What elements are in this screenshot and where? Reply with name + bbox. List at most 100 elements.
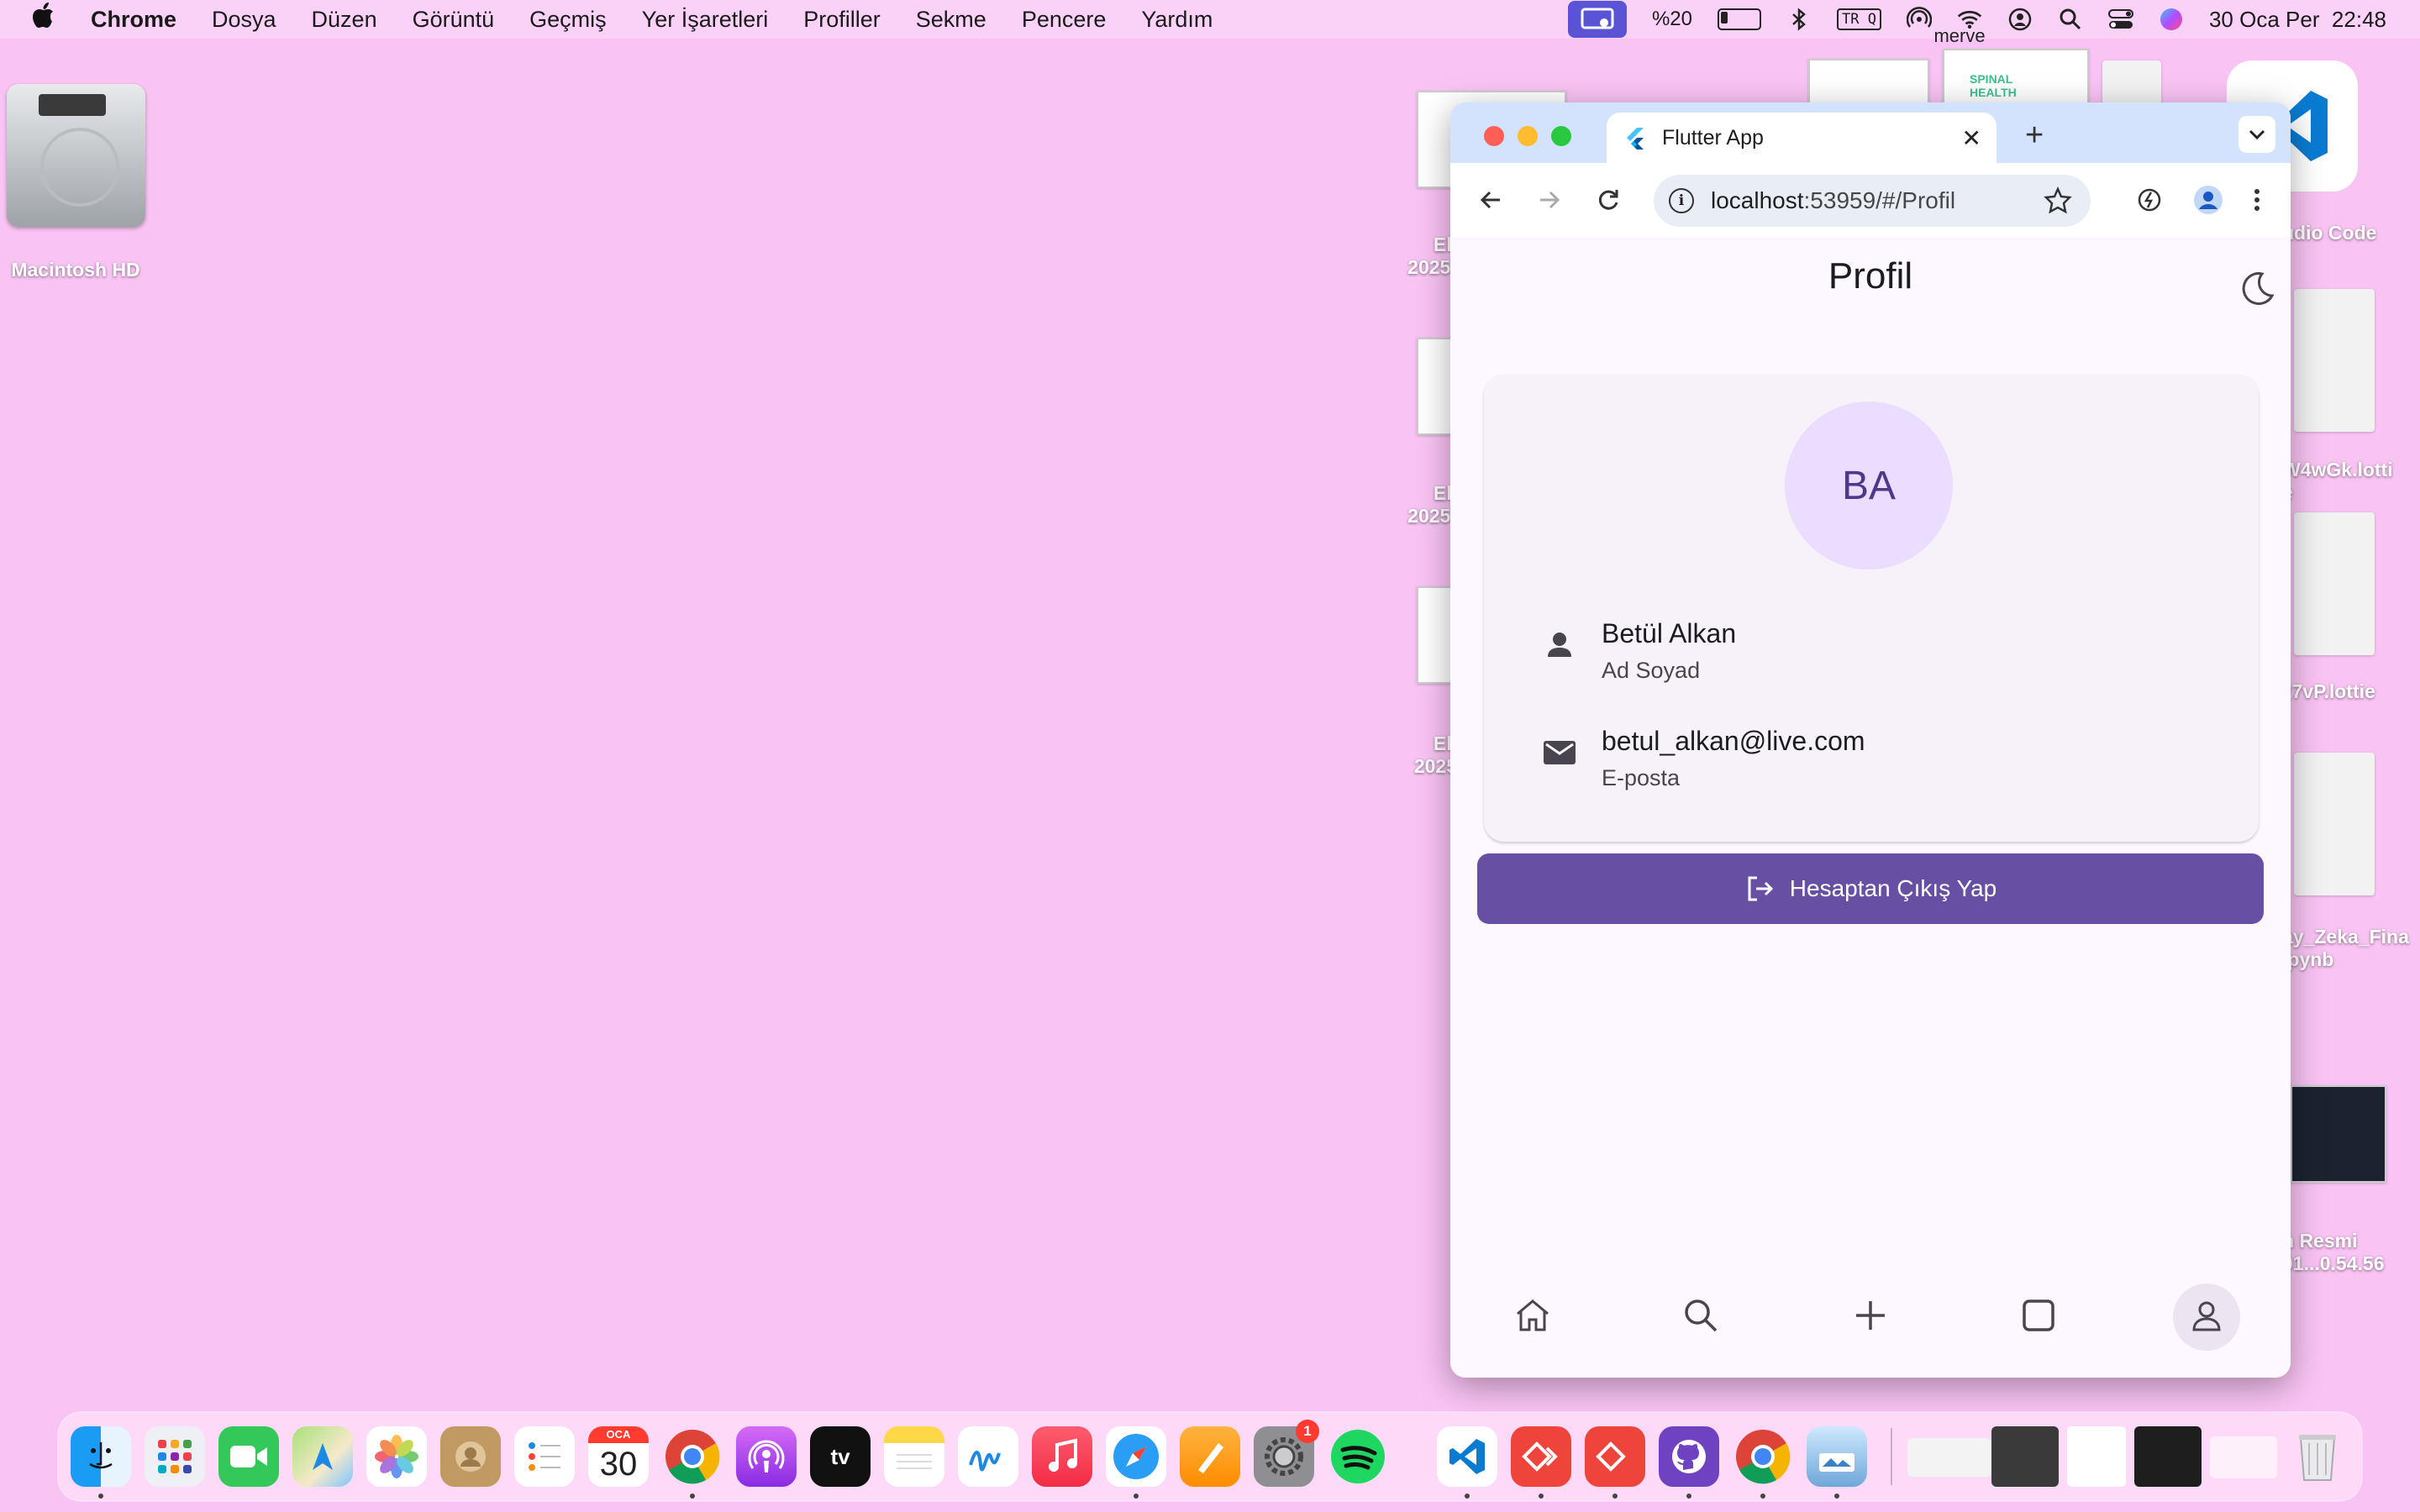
menu-sekme[interactable]: Sekme xyxy=(916,7,986,33)
macintosh-hd-label[interactable]: Macintosh HD xyxy=(0,259,151,281)
close-window-button[interactable] xyxy=(1484,126,1504,146)
new-tab-button[interactable]: + xyxy=(2025,118,2044,154)
preview-icon[interactable] xyxy=(1807,1426,1867,1487)
bookmark-star-icon[interactable] xyxy=(2044,186,2072,219)
screenshot-thumbnail[interactable] xyxy=(2291,1085,2386,1183)
recent-window-thumbnail[interactable] xyxy=(2210,1436,2277,1478)
desktop-label-ek-1[interactable]: Ek 2025- xyxy=(1390,234,1457,279)
menu-dosya[interactable]: Dosya xyxy=(212,7,276,33)
menu-gecmis[interactable]: Geçmiş xyxy=(529,7,607,33)
menu-chrome[interactable]: Chrome xyxy=(91,7,176,33)
chrome-menu-button[interactable] xyxy=(2238,181,2275,218)
zoom-window-button[interactable] xyxy=(1551,126,1571,146)
add-icon xyxy=(1853,1298,1888,1337)
file-icon[interactable] xyxy=(2102,60,2161,108)
podcasts-icon[interactable] xyxy=(736,1426,797,1487)
menu-profiller[interactable]: Profiller xyxy=(803,7,881,33)
reminders-icon[interactable] xyxy=(514,1426,575,1487)
recent-window-thumbnail[interactable] xyxy=(1991,1426,2059,1487)
logout-button[interactable]: Hesaptan Çıkış Yap xyxy=(1477,853,2264,924)
spotlight-search-icon[interactable] xyxy=(2058,7,2083,32)
tab-flutter-app[interactable]: Flutter App ✕ xyxy=(1607,113,1996,163)
url-text[interactable]: localhost:53959/#/Profil xyxy=(1711,187,1955,214)
desktop-label-ipynb[interactable]: ay_Zeka_Fina ipynb xyxy=(2282,926,2420,971)
macintosh-hd-icon[interactable] xyxy=(7,84,145,227)
reload-button[interactable] xyxy=(1590,181,1627,218)
desktop-label-ek-3[interactable]: Ek 2025 xyxy=(1390,732,1457,778)
full-name-label: Ad Soyad xyxy=(1602,658,1701,683)
nav-add[interactable] xyxy=(1837,1284,1904,1351)
calendar-icon[interactable]: OCA 30 xyxy=(588,1426,649,1487)
user-account-icon[interactable] xyxy=(2007,7,2033,32)
desktop-label-ek-2[interactable]: Ek 2025- xyxy=(1390,482,1457,528)
address-bar[interactable]: i localhost:53959/#/Profil xyxy=(1654,175,2091,227)
notification-badge: 1 xyxy=(1296,1420,1319,1443)
lottie-file-icon[interactable] xyxy=(2294,512,2375,655)
keyboard-layout[interactable]: TR Q xyxy=(1837,8,1881,30)
finder-icon[interactable] xyxy=(71,1426,131,1487)
recent-window-thumbnail[interactable] xyxy=(2067,1426,2126,1487)
anydesk-icon[interactable] xyxy=(1585,1426,1645,1487)
ipynb-file-icon[interactable] xyxy=(2294,753,2375,895)
profile-avatar-button[interactable] xyxy=(2190,181,2227,218)
maps-icon[interactable] xyxy=(292,1426,353,1487)
spinal-health-thumbnail[interactable]: SPINAL HEALTH xyxy=(1943,49,2089,111)
dark-mode-toggle[interactable] xyxy=(2237,269,2275,307)
pages-icon[interactable] xyxy=(1180,1426,1240,1487)
vscode-icon[interactable] xyxy=(1437,1426,1497,1487)
running-indicator xyxy=(1134,1494,1139,1499)
system-settings-icon[interactable]: 1 xyxy=(1254,1420,1319,1487)
menu-duzen[interactable]: Düzen xyxy=(312,7,377,33)
desktop-label-vscode[interactable]: udio Code xyxy=(2282,222,2420,244)
recent-window-thumbnail[interactable] xyxy=(1907,1438,1991,1477)
battery-icon[interactable] xyxy=(1718,8,1762,30)
desktop-label-lottie-1[interactable]: W4wGk.lotti e xyxy=(2282,459,2420,504)
contacts-icon[interactable] xyxy=(440,1426,501,1487)
nav-square[interactable] xyxy=(2005,1284,2072,1351)
tab-search-button[interactable] xyxy=(2238,116,2275,153)
flutter-app: Profil BA Betül Alkan Ad Soyad betul_alk… xyxy=(1450,237,2291,1378)
siri-icon[interactable] xyxy=(2159,7,2184,32)
music-icon[interactable] xyxy=(1032,1426,1092,1487)
chrome-icon[interactable] xyxy=(1733,1426,1793,1487)
forward-button[interactable] xyxy=(1531,181,1568,218)
bluetooth-icon[interactable] xyxy=(1786,7,1812,32)
chrome-window: Flutter App ✕ + i localhost:53959/#/Prof… xyxy=(1450,102,2291,1378)
menu-yardim[interactable]: Yardım xyxy=(1141,7,1213,33)
site-info-icon[interactable]: i xyxy=(1669,188,1694,213)
spotify-icon[interactable] xyxy=(1328,1426,1388,1487)
recent-window-thumbnail[interactable] xyxy=(2134,1426,2202,1487)
freeform-icon[interactable] xyxy=(958,1426,1018,1487)
lottie-file-icon[interactable] xyxy=(2294,289,2375,432)
screen-sharing-icon[interactable] xyxy=(1567,1,1627,38)
logout-icon xyxy=(1744,874,1775,904)
back-button[interactable] xyxy=(1472,181,1509,218)
notes-icon[interactable] xyxy=(884,1426,944,1487)
trash-icon[interactable] xyxy=(2287,1426,2348,1487)
launchpad-icon[interactable] xyxy=(145,1426,205,1487)
nav-search[interactable] xyxy=(1667,1284,1734,1351)
anydesk-icon[interactable] xyxy=(1511,1426,1571,1487)
facetime-icon[interactable] xyxy=(218,1426,279,1487)
control-center-icon[interactable] xyxy=(2107,7,2133,32)
safari-icon[interactable] xyxy=(1106,1426,1166,1487)
desktop-partial-label[interactable]: merve xyxy=(1918,25,2002,47)
minimize-window-button[interactable] xyxy=(1518,126,1538,146)
menu-yer-isaretleri[interactable]: Yer İşaretleri xyxy=(642,7,769,33)
apple-tv-icon[interactable]: tv xyxy=(810,1426,871,1487)
battery-percent: %20 xyxy=(1651,8,1693,30)
menu-pencere[interactable]: Pencere xyxy=(1022,7,1107,33)
photos-icon[interactable] xyxy=(366,1426,427,1487)
close-tab-icon[interactable]: ✕ xyxy=(1962,124,1981,152)
apple-menu-icon[interactable] xyxy=(32,0,66,39)
desktop-label-screenshot[interactable]: n Resmi 01...0.54.56 xyxy=(2282,1230,2420,1275)
github-desktop-icon[interactable] xyxy=(1659,1426,1719,1487)
nav-home[interactable] xyxy=(1499,1284,1566,1351)
nav-profile[interactable] xyxy=(2173,1284,2240,1351)
menubar-clock[interactable]: 30 Oca Per 22:48 xyxy=(2209,7,2386,33)
performance-icon[interactable] xyxy=(2131,181,2168,218)
menu-goruntu[interactable]: Görüntü xyxy=(413,7,495,33)
desktop-label-lottie-2[interactable]: z7vP.lottie xyxy=(2282,680,2420,703)
chrome-icon[interactable] xyxy=(662,1426,723,1487)
document-thumbnail[interactable] xyxy=(1808,59,1929,109)
